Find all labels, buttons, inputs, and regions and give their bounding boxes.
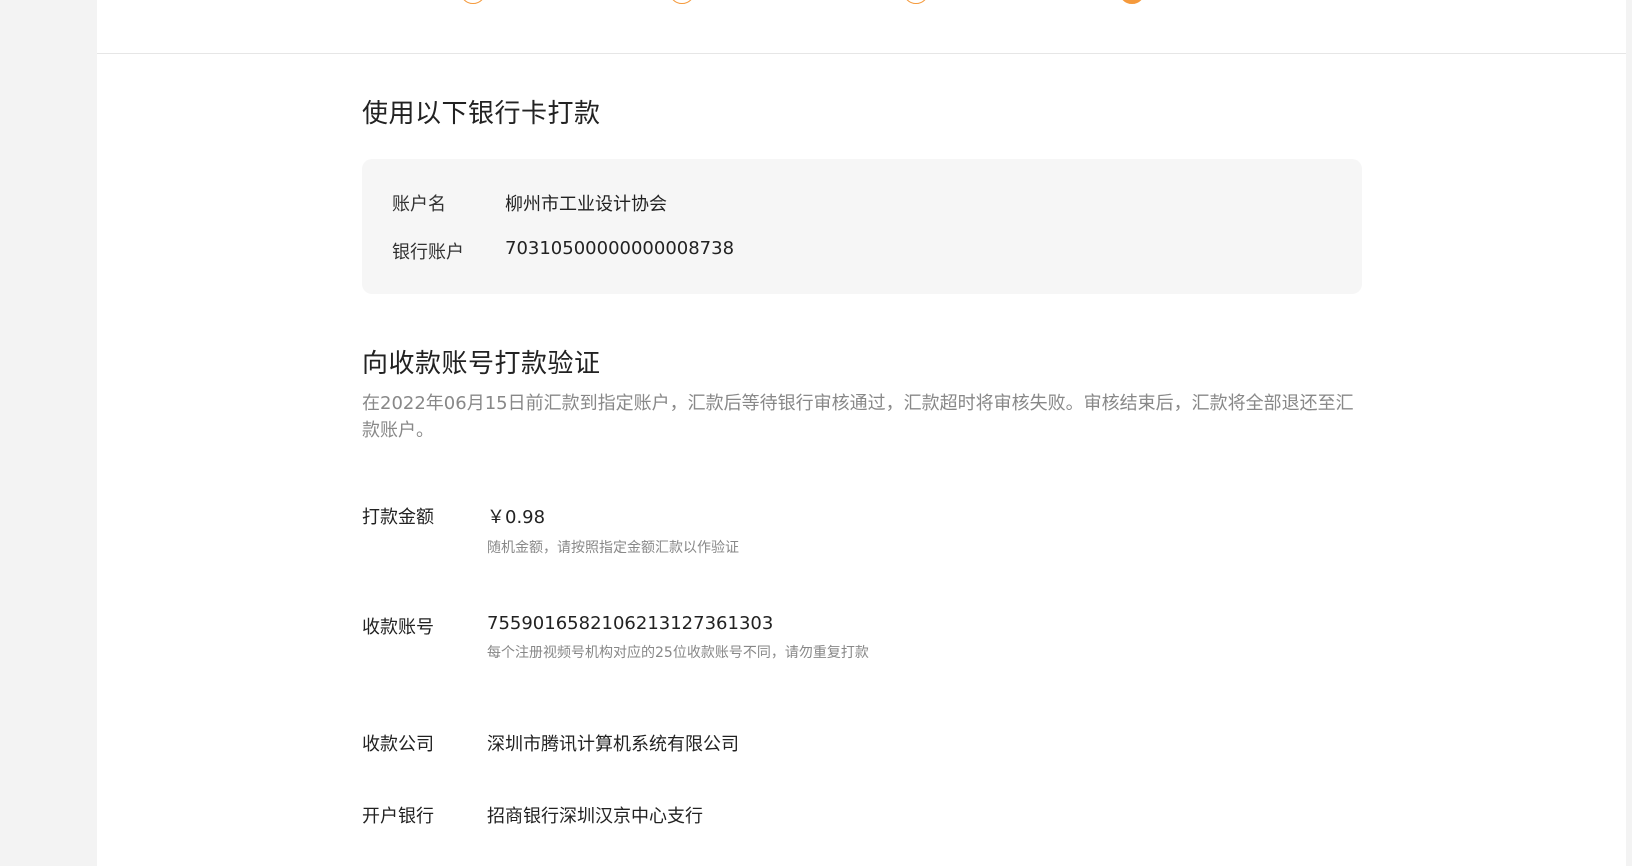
amount-hint: 随机金额，请按照指定金额汇款以作验证	[487, 540, 739, 556]
bank-branch-label: 开户银行	[362, 806, 434, 827]
payee-account-value: 7559016582106213127361303	[487, 613, 774, 634]
payee-account-label: 收款账号	[362, 617, 434, 638]
step-3-indicator	[903, 0, 929, 4]
verify-section-title: 向收款账号打款验证	[362, 349, 601, 379]
amount-label: 打款金额	[362, 507, 434, 528]
bank-branch-field: 开户银行 招商银行深圳汉京中心支行	[362, 802, 703, 828]
payee-company-value: 深圳市腾讯计算机系统有限公司	[487, 734, 739, 755]
payee-account-hint: 每个注册视频号机构对应的25位收款账号不同，请勿重复打款	[487, 645, 869, 661]
step-2-indicator	[669, 0, 695, 4]
bank-info-card: 账户名 柳州市工业设计协会 银行账户 70310500000000008738	[362, 159, 1362, 294]
deadline-notice: 在2022年06月15日前汇款到指定账户，汇款后等待银行审核通过，汇款超时将审核…	[362, 393, 1354, 441]
account-name-label: 账户名	[392, 194, 446, 215]
account-number-value: 70310500000000008738	[505, 238, 735, 259]
payee-company-field: 收款公司 深圳市腾讯计算机系统有限公司	[362, 730, 739, 756]
account-name-value: 柳州市工业设计协会	[505, 194, 667, 215]
step-4-indicator-active	[1119, 0, 1145, 4]
page-container: 使用以下银行卡打款 账户名 柳州市工业设计协会 银行账户 70310500000…	[97, 0, 1626, 866]
account-number-row: 银行账户 70310500000000008738	[392, 238, 734, 264]
amount-value: ￥0.98	[487, 507, 546, 528]
bank-section-title: 使用以下银行卡打款	[362, 99, 601, 129]
payee-company-label: 收款公司	[362, 734, 434, 755]
amount-field: 打款金额 ￥0.98 随机金额，请按照指定金额汇款以作验证	[362, 503, 739, 557]
account-number-label: 银行账户	[392, 242, 464, 263]
progress-steps	[97, 0, 1626, 54]
account-name-row: 账户名 柳州市工业设计协会	[392, 190, 667, 216]
payee-account-field: 收款账号 7559016582106213127361303 每个注册视频号机构…	[362, 613, 869, 662]
step-1-indicator	[460, 0, 486, 4]
bank-branch-value: 招商银行深圳汉京中心支行	[487, 806, 703, 827]
